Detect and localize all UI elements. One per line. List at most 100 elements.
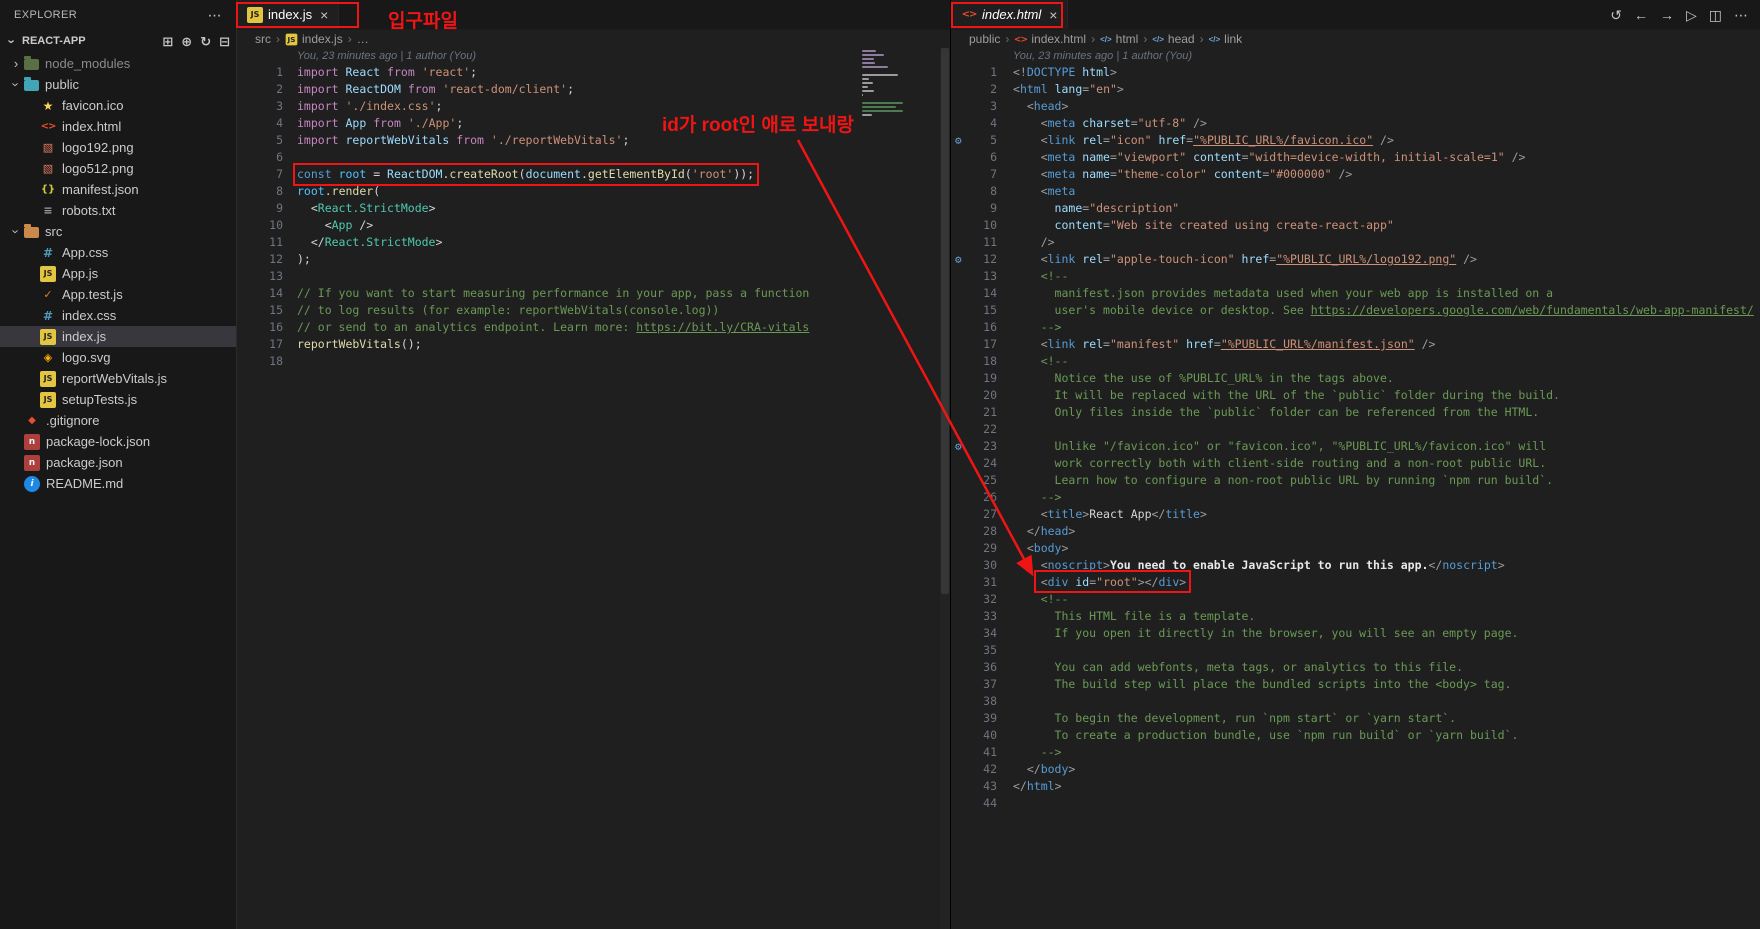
- tab-index-html[interactable]: <> index.html ×: [951, 0, 1069, 29]
- breadcrumb-item[interactable]: JS index.js: [285, 32, 343, 46]
- minimap-line: [862, 102, 903, 104]
- code-text: <App />: [297, 218, 374, 232]
- tree-item-package-json[interactable]: n package.json: [0, 452, 236, 473]
- tree-item-index-css[interactable]: # index.css: [0, 305, 236, 326]
- gutter: 38: [951, 693, 1013, 710]
- line-number: 15: [983, 303, 997, 317]
- breadcrumb-item[interactable]: </> link: [1209, 32, 1243, 46]
- breadcrumb-item[interactable]: <> index.html: [1014, 32, 1086, 46]
- folder-icon: [24, 76, 39, 91]
- minimap[interactable]: [862, 50, 936, 120]
- tree-item-robots-txt[interactable]: ≡ robots.txt: [0, 200, 236, 221]
- js-file-icon: JS: [285, 33, 298, 45]
- new-folder-icon[interactable]: ⊕: [181, 35, 192, 48]
- refresh-explorer-icon[interactable]: ↻: [200, 35, 211, 48]
- scrollbar-thumb[interactable]: [941, 48, 949, 595]
- minimap-line: [862, 58, 874, 60]
- gutter: 7: [951, 166, 1013, 183]
- code-text: const root = ReactDOM.createRoot(documen…: [297, 167, 755, 181]
- tree-item-setuptests-js[interactable]: JS setupTests.js: [0, 389, 236, 410]
- breadcrumb-label: …: [356, 32, 369, 46]
- gutter-gear-icon[interactable]: ⚙: [955, 438, 962, 455]
- gutter: 31: [951, 574, 1013, 591]
- line-number: 6: [276, 150, 283, 164]
- tab-index-js[interactable]: JS index.js ×: [237, 0, 340, 29]
- tree-item-logo192-png[interactable]: ▧ logo192.png: [0, 137, 236, 158]
- gutter: 2: [237, 81, 297, 98]
- history-icon[interactable]: ↺: [1610, 8, 1622, 22]
- gutter: 42: [951, 761, 1013, 778]
- breadcrumb-label: link: [1224, 32, 1243, 46]
- code-line: 10 <App />: [237, 217, 950, 234]
- line-number: 13: [269, 269, 283, 283]
- gutter: 12: [237, 251, 297, 268]
- tree-item-app-css[interactable]: # App.css: [0, 242, 236, 263]
- file-name: robots.txt: [62, 203, 116, 218]
- breadcrumb-item[interactable]: src: [255, 32, 271, 46]
- tree-item-app-js[interactable]: JS App.js: [0, 263, 236, 284]
- tree-item-src[interactable]: › src: [0, 221, 236, 242]
- breadcrumb-item[interactable]: </> html: [1100, 32, 1138, 46]
- file-name: favicon.ico: [62, 98, 124, 113]
- more-actions-icon[interactable]: ⋯: [1734, 8, 1748, 22]
- navigate-back-icon[interactable]: ←: [1634, 8, 1648, 22]
- gutter: 7: [237, 166, 297, 183]
- gutter: 35: [951, 642, 1013, 659]
- tree-item-logo512-png[interactable]: ▧ logo512.png: [0, 158, 236, 179]
- breadcrumb-item[interactable]: …: [357, 32, 369, 46]
- gutter-gear-icon[interactable]: ⚙: [955, 251, 962, 268]
- file-name: App.test.js: [62, 287, 123, 302]
- gutter-gear-icon[interactable]: ⚙: [955, 132, 962, 149]
- breadcrumb-item[interactable]: </> head: [1152, 32, 1194, 46]
- tree-item-readme-md[interactable]: i README.md: [0, 473, 236, 494]
- tree-item-manifest-json[interactable]: {} manifest.json: [0, 179, 236, 200]
- collapse-folders-icon[interactable]: ⊟: [219, 35, 230, 48]
- tree-item--gitignore[interactable]: ◆ .gitignore: [0, 410, 236, 431]
- vertical-scrollbar[interactable]: [940, 48, 950, 929]
- svg-file-icon: ◈: [43, 351, 53, 364]
- tree-item-logo-svg[interactable]: ◈ logo.svg: [0, 347, 236, 368]
- navigate-forward-icon[interactable]: →: [1660, 8, 1674, 22]
- breadcrumb-separator: ›: [347, 32, 352, 46]
- minimap-line: [862, 74, 899, 76]
- tree-item-app-test-js[interactable]: ✓ App.test.js: [0, 284, 236, 305]
- run-icon[interactable]: ▷: [1686, 8, 1697, 22]
- line-number: 8: [276, 184, 283, 198]
- gutter: 29: [951, 540, 1013, 557]
- gutter: 11: [237, 234, 297, 251]
- code-text: <link rel="icon" href="%PUBLIC_URL%/favi…: [1013, 133, 1394, 147]
- code-line: 6 <meta name="viewport" content="width=d…: [951, 149, 1760, 166]
- line-number: 13: [983, 269, 997, 283]
- code-line: 28 </head>: [951, 523, 1760, 540]
- close-tab-icon[interactable]: ×: [320, 8, 328, 22]
- code-text: </html>: [1013, 779, 1062, 793]
- line-number: 18: [269, 354, 283, 368]
- gutter: 4: [237, 115, 297, 132]
- tree-item-public[interactable]: › public: [0, 74, 236, 95]
- code-line: ⚙ 12 <link rel="apple-touch-icon" href="%…: [951, 251, 1760, 268]
- tree-item-reportwebvitals-js[interactable]: JS reportWebVitals.js: [0, 368, 236, 389]
- tree-item-favicon-ico[interactable]: ★ favicon.ico: [0, 95, 236, 116]
- code-line: 13 <!--: [951, 268, 1760, 285]
- js-file-icon: JS: [40, 328, 56, 345]
- tree-item-index-html[interactable]: <> index.html: [0, 116, 236, 137]
- npm-file-icon: n: [24, 454, 40, 471]
- test-file-icon: ✓: [43, 288, 53, 301]
- code-line: 11 </React.StrictMode>: [237, 234, 950, 251]
- line-number: 37: [983, 677, 997, 691]
- new-file-icon[interactable]: ⊞: [162, 35, 173, 48]
- code-text: </head>: [1013, 524, 1076, 538]
- json-file-icon: {}: [40, 184, 56, 195]
- close-tab-icon[interactable]: ×: [1049, 8, 1057, 22]
- tree-item-package-lock-json[interactable]: n package-lock.json: [0, 431, 236, 452]
- editor-actions: ↺ ← → ▷ ◫ ⋯: [1610, 0, 1760, 29]
- line-number: 17: [983, 337, 997, 351]
- project-section-header[interactable]: › REACT-APP ⊞ ⊕ ↻ ⊟: [0, 30, 236, 52]
- code-line: 16 // or send to an analytics endpoint. L…: [237, 319, 950, 336]
- breadcrumb-item[interactable]: public: [969, 32, 1000, 46]
- split-editor-icon[interactable]: ◫: [1709, 8, 1722, 22]
- explorer-more-actions-icon[interactable]: ⋯: [208, 7, 222, 24]
- code-line: 10 content="Web site created using creat…: [951, 217, 1760, 234]
- tree-item-index-js[interactable]: JS index.js: [0, 326, 236, 347]
- tree-item-node-modules[interactable]: › node_modules: [0, 53, 236, 74]
